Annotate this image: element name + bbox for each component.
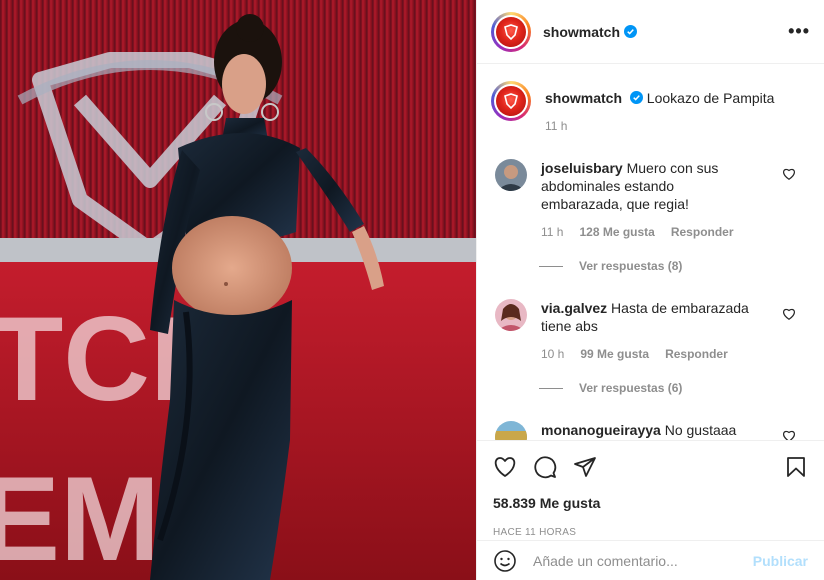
view-replies-toggle[interactable]: Ver respuestas (8) — [539, 259, 810, 273]
view-replies-toggle[interactable]: Ver respuestas (6) — [539, 381, 810, 395]
showmatch-logo — [496, 86, 526, 116]
verified-badge-icon — [629, 91, 643, 104]
comment-likes[interactable]: 99 Me gusta — [580, 347, 649, 361]
comments-list[interactable]: showmatch Lookazo de Pampita 11 h joselu… — [477, 65, 824, 440]
reply-button[interactable]: Responder — [671, 225, 734, 239]
caption-text: Lookazo de Pampita — [646, 90, 775, 106]
like-heart-icon[interactable] — [493, 455, 517, 479]
commenter-avatar[interactable] — [495, 159, 527, 191]
publish-button[interactable]: Publicar — [753, 553, 808, 569]
post-caption: showmatch Lookazo de Pampita 11 h — [491, 81, 810, 133]
comment-bubble-icon[interactable] — [533, 455, 557, 479]
reply-button[interactable]: Responder — [665, 347, 728, 361]
caption-time[interactable]: 11 h — [545, 119, 795, 133]
emoji-smiley-icon[interactable] — [493, 549, 517, 573]
comment-time[interactable]: 11 h — [541, 225, 563, 239]
like-comment-heart-icon[interactable] — [782, 167, 796, 181]
share-paper-plane-icon[interactable] — [573, 455, 597, 479]
comment-time[interactable]: 10 h — [541, 347, 564, 361]
more-options-icon[interactable]: ••• — [788, 21, 810, 42]
comment-input[interactable] — [533, 552, 733, 569]
comment-item: via.galvez Hasta de embarazada tiene abs… — [491, 299, 810, 361]
post-sidebar: showmatch ••• showmatch Lookazo de Pampi… — [476, 0, 824, 580]
showmatch-logo — [496, 16, 526, 47]
comment-item: monanogueirayya No gustaaa — [491, 421, 810, 440]
post-actions: 58.839 Me gusta Hace 11 horas — [477, 440, 824, 538]
like-comment-heart-icon[interactable] — [782, 307, 796, 321]
comment-username[interactable]: via.galvez — [541, 300, 607, 316]
comment-item: joseluisbary Muero con sus abdominales e… — [491, 159, 810, 239]
post-image: TCI EMA — [0, 0, 476, 580]
post-time-ago[interactable]: Hace 11 horas — [493, 527, 808, 538]
comment-username[interactable]: joseluisbary — [541, 160, 623, 176]
caption-avatar[interactable] — [491, 81, 531, 121]
commenter-avatar[interactable] — [495, 421, 527, 440]
like-comment-heart-icon[interactable] — [782, 429, 796, 440]
save-bookmark-icon[interactable] — [784, 455, 808, 479]
post-photo[interactable]: TCI EMA — [0, 0, 476, 580]
caption-username[interactable]: showmatch — [545, 90, 622, 106]
header-username[interactable]: showmatch — [543, 24, 620, 40]
post-header: showmatch ••• — [477, 0, 824, 64]
profile-avatar[interactable] — [491, 11, 531, 52]
add-comment-bar: Publicar — [477, 540, 824, 580]
commenter-avatar[interactable] — [495, 299, 527, 331]
comment-text: No gustaaa — [664, 422, 737, 438]
instagram-post: TCI EMA showmatch ••• showmatch Lookazo … — [0, 0, 824, 580]
comment-username[interactable]: monanogueirayya — [541, 422, 661, 438]
verified-badge-icon — [624, 25, 638, 38]
likes-count[interactable]: 58.839 Me gusta — [493, 495, 808, 511]
comment-likes[interactable]: 128 Me gusta — [579, 225, 654, 239]
